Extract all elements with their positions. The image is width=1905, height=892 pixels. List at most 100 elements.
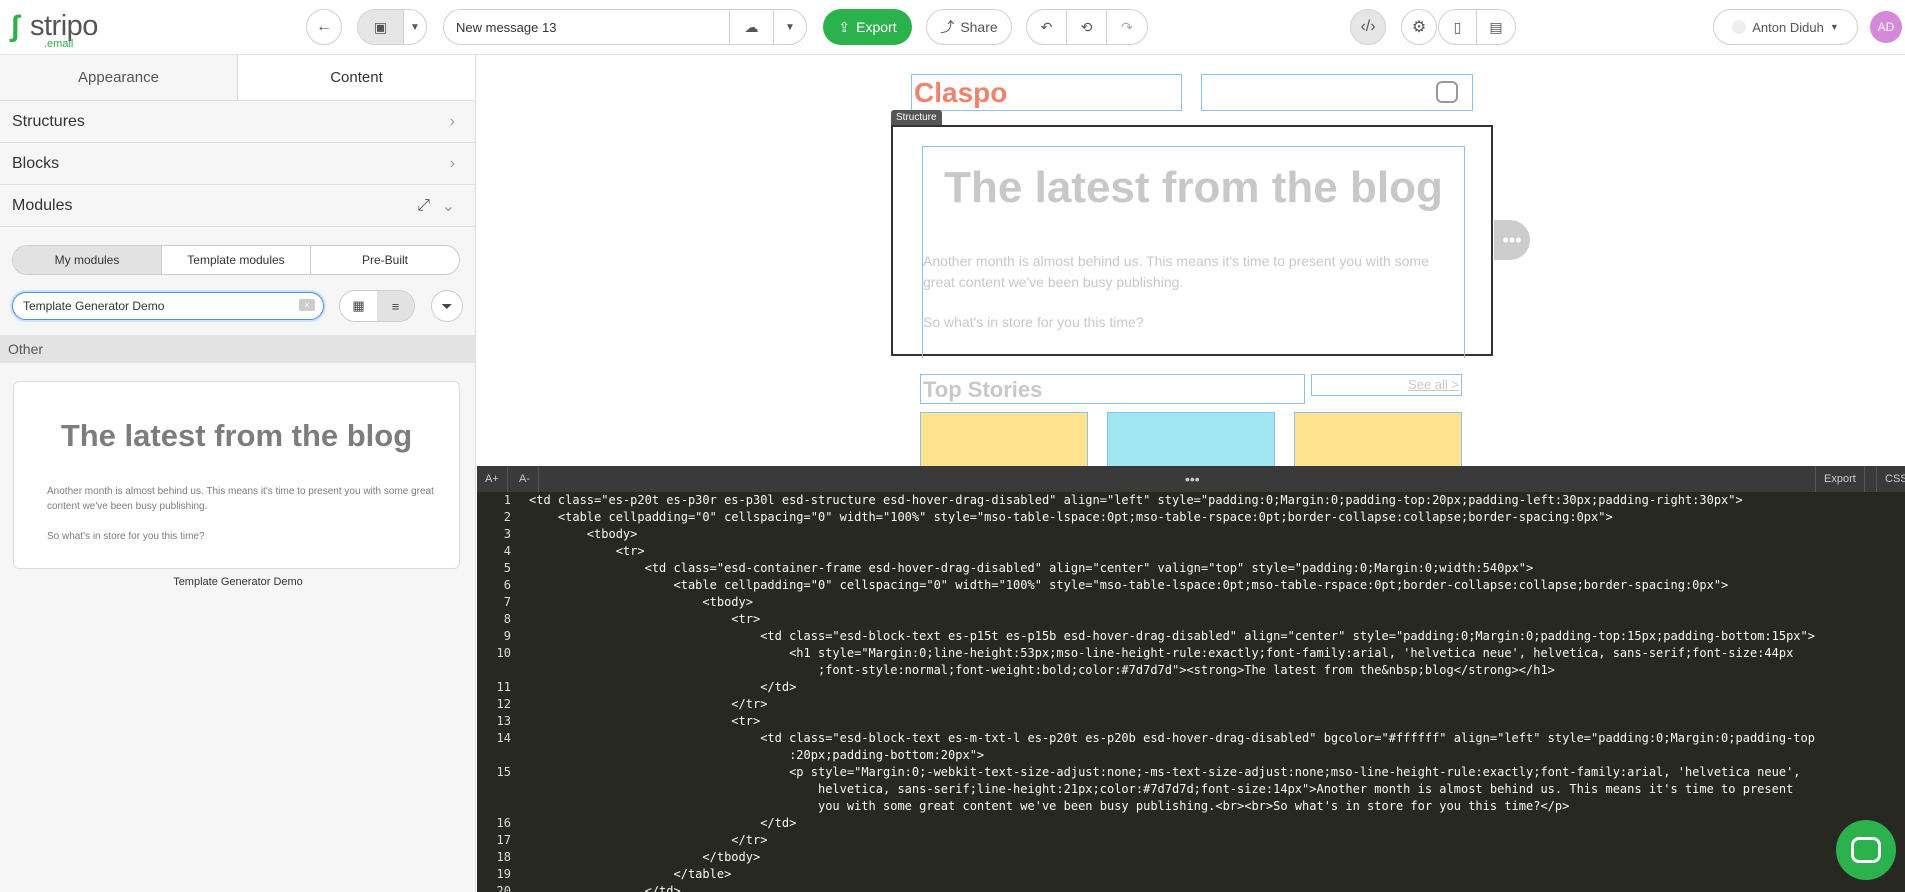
code-css-button[interactable]: CSS: [1876, 466, 1905, 492]
share-button[interactable]: ⤴ Share: [926, 9, 1012, 45]
chevron-down-icon[interactable]: ▼: [404, 10, 426, 44]
grid-view-icon[interactable]: ▦: [340, 291, 377, 321]
code-line[interactable]: <p style="Margin:0;-webkit-text-size-adj…: [529, 764, 1800, 781]
code-line[interactable]: <tbody>: [529, 594, 753, 611]
line-number: 20: [496, 884, 511, 892]
header-social-block[interactable]: [1201, 74, 1473, 111]
code-export-button[interactable]: Export: [1815, 466, 1865, 492]
chat-widget-button[interactable]: [1836, 820, 1896, 880]
layout-icon[interactable]: ▣: [358, 10, 404, 44]
export-icon: ⇪: [838, 18, 851, 35]
code-line[interactable]: <h1 style="Margin:0;line-height:53px;mso…: [529, 645, 1793, 662]
redo-icon[interactable]: ↷: [1107, 10, 1147, 44]
history-icon[interactable]: ⟲: [1067, 10, 1107, 44]
back-button[interactable]: ←: [306, 9, 342, 45]
resize-handle-icon[interactable]: •••: [1177, 466, 1208, 492]
list-view-icon[interactable]: ≡: [377, 291, 414, 321]
code-line[interactable]: </td>: [529, 883, 681, 892]
module-search-input[interactable]: Template Generator Demo ×: [12, 292, 324, 320]
undo-icon[interactable]: ↶: [1027, 10, 1067, 44]
line-number: 5: [503, 561, 511, 575]
stripo-logo-icon: ʃ: [10, 10, 20, 43]
see-all-link[interactable]: See all >: [1408, 377, 1459, 392]
code-editor-panel: A+ A- ••• Export CSS 1 <td class="es-p20t…: [477, 466, 1905, 892]
see-all-block[interactable]: See all >: [1311, 374, 1462, 396]
tab-appearance[interactable]: Appearance: [0, 55, 237, 100]
line-number: 15: [496, 765, 511, 779]
module-card-title: The latest from the blog: [60, 418, 413, 453]
code-line[interactable]: <tr>: [529, 611, 760, 628]
avatar[interactable]: AD: [1870, 11, 1902, 43]
code-line[interactable]: helvetica, sans-serif;line-height:21px;c…: [529, 781, 1793, 798]
tab-my-modules[interactable]: My modules: [13, 246, 162, 274]
blog-question: So what's in store for you this time?: [923, 314, 1144, 330]
code-line[interactable]: </table>: [529, 866, 731, 883]
module-tabs: My modules Template modules Pre-Built: [12, 245, 460, 275]
cloud-upload-icon[interactable]: ☁: [730, 10, 774, 44]
code-line[interactable]: you with some great content we've been b…: [529, 798, 1569, 815]
code-line[interactable]: <tbody>: [529, 526, 638, 543]
line-number: 14: [496, 731, 511, 745]
export-button[interactable]: ⇪ Export: [823, 9, 912, 45]
code-editor-button[interactable]: ‹/›: [1350, 9, 1386, 45]
history-group: ↶ ⟲ ↷: [1026, 9, 1148, 45]
selected-structure[interactable]: The latest from the blog Another month i…: [891, 125, 1493, 358]
more-dots-icon: •••: [1502, 229, 1522, 250]
section-structures[interactable]: Structures ›: [0, 101, 475, 143]
line-number: 18: [496, 850, 511, 864]
instagram-icon[interactable]: [1436, 81, 1458, 103]
structure-more-button[interactable]: •••: [1494, 220, 1530, 260]
text-block[interactable]: The latest from the blog Another month i…: [922, 146, 1465, 358]
code-line[interactable]: </td>: [529, 815, 796, 832]
filter-button[interactable]: ⏷: [431, 290, 463, 322]
user-menu[interactable]: Anton Diduh ▼: [1713, 9, 1858, 45]
story-image-1[interactable]: [920, 412, 1088, 466]
code-line[interactable]: <td class="esd-block-text es-m-txt-l es-…: [529, 730, 1815, 747]
code-editor-toolbar: A+ A- ••• Export CSS: [477, 466, 1905, 492]
module-card[interactable]: The latest from the blog Another month i…: [13, 381, 460, 569]
code-line[interactable]: </td>: [529, 679, 796, 696]
code-line[interactable]: <td class="esd-block-text es-p15t es-p15…: [529, 628, 1815, 645]
settings-button[interactable]: ⚙: [1401, 9, 1437, 45]
tab-template-modules[interactable]: Template modules: [162, 246, 311, 274]
tab-pre-built[interactable]: Pre-Built: [311, 246, 459, 274]
message-name-input[interactable]: New message 13: [444, 10, 730, 44]
header-logo-block[interactable]: Claspo: [911, 74, 1182, 111]
code-line[interactable]: </tr>: [529, 832, 767, 849]
code-line[interactable]: <td class="esd-container-frame esd-hover…: [529, 560, 1534, 577]
code-line[interactable]: </tbody>: [529, 849, 760, 866]
story-image-2[interactable]: [1107, 412, 1275, 466]
clipboard-icon[interactable]: ▤: [1477, 10, 1515, 44]
expand-icon[interactable]: ⤢: [417, 197, 430, 215]
font-increase-button[interactable]: A+: [477, 466, 508, 492]
chevron-down-icon: ▼: [1829, 22, 1839, 32]
top-stories-block[interactable]: Top Stories: [920, 374, 1305, 404]
code-line[interactable]: <table cellpadding="0" cellspacing="0" w…: [529, 509, 1613, 526]
layout-toggle[interactable]: ▣ ▼: [357, 9, 427, 45]
line-number: 7: [503, 595, 511, 609]
clear-search-icon[interactable]: ×: [299, 299, 315, 311]
claspo-logo: Claspo: [914, 77, 1008, 108]
line-number: 10: [496, 646, 511, 660]
line-number: 2: [503, 510, 511, 524]
view-toggle: ▦ ≡: [339, 290, 415, 322]
font-decrease-button[interactable]: A-: [511, 466, 539, 492]
section-modules[interactable]: Modules ⤢ ⌄: [0, 185, 475, 227]
code-line[interactable]: <table cellpadding="0" cellspacing="0" w…: [529, 577, 1728, 594]
device-preview-icon[interactable]: ▯: [1439, 10, 1477, 44]
section-blocks[interactable]: Blocks ›: [0, 143, 475, 185]
code-line[interactable]: <td class="es-p20t es-p30r es-p30l esd-s…: [529, 492, 1743, 509]
code-line[interactable]: </tr>: [529, 696, 767, 713]
code-line[interactable]: ;font-style:normal;font-weight:bold;colo…: [529, 662, 1555, 679]
tab-content[interactable]: Content: [237, 55, 475, 100]
sidebar-tabs: Appearance Content: [0, 55, 475, 101]
line-number: 3: [503, 527, 511, 541]
code-line[interactable]: :20px;padding-bottom:20px">: [529, 747, 984, 764]
story-image-3[interactable]: [1294, 412, 1462, 466]
stripo-logo[interactable]: ʃ stripo .email: [10, 8, 130, 50]
share-icon: ⤴: [940, 19, 955, 35]
line-number: 1: [503, 493, 511, 507]
save-menu-chevron-icon[interactable]: ▼: [774, 10, 806, 44]
code-line[interactable]: <tr>: [529, 543, 645, 560]
code-line[interactable]: <tr>: [529, 713, 760, 730]
